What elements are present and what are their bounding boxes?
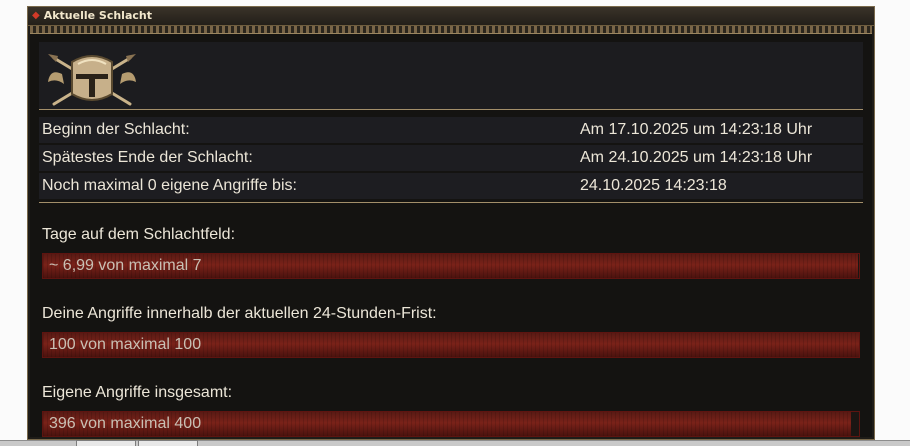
progress-text: 100 von maximal 100 <box>49 336 202 353</box>
panel-titlebar[interactable]: ◆ Aktuelle Schlacht <box>28 7 874 26</box>
battle-info-table: Beginn der Schlacht: Am 17.10.2025 um 14… <box>39 115 863 201</box>
divider <box>39 202 863 203</box>
stat-attacks-total: Eigene Angriffe insgesamt: 396 von maxim… <box>39 384 863 437</box>
progress-text: ~ 6,99 von maximal 7 <box>49 257 202 274</box>
info-label: Beginn der Schlacht: <box>39 117 577 143</box>
crusader-helmet-emblem-icon <box>48 54 136 106</box>
progress-bar: 396 von maximal 400 <box>42 411 860 437</box>
stat-label: Eigene Angriffe insgesamt: <box>42 384 233 401</box>
progress-bar: 100 von maximal 100 <box>42 332 860 358</box>
stat-label: Deine Angriffe innerhalb der aktuellen 2… <box>42 305 437 322</box>
stat-label: Tage auf dem Schlachtfeld: <box>42 226 236 243</box>
panel-content: Beginn der Schlacht: Am 17.10.2025 um 14… <box>39 42 863 439</box>
panel-title: Aktuelle Schlacht <box>43 9 152 22</box>
ornament-border <box>30 26 872 34</box>
info-value: 24.10.2025 14:23:18 <box>577 173 863 199</box>
emblem-header <box>39 42 863 110</box>
battle-panel: ◆ Aktuelle Schlacht Beginn der Schlacht:… <box>27 6 875 440</box>
progress-bar: ~ 6,99 von maximal 7 <box>42 253 860 279</box>
taskbar <box>0 440 910 446</box>
stat-attacks-24h: Deine Angriffe innerhalb der aktuellen 2… <box>39 305 863 358</box>
taskbar-button[interactable] <box>138 440 198 446</box>
info-value: Am 17.10.2025 um 14:23:18 Uhr <box>577 117 863 143</box>
table-row: Spätestes Ende der Schlacht: Am 24.10.20… <box>39 145 863 171</box>
info-label: Noch maximal 0 eigene Angriffe bis: <box>39 173 577 199</box>
stat-days: Tage auf dem Schlachtfeld: ~ 6,99 von ma… <box>39 226 863 279</box>
diamond-icon: ◆ <box>32 10 40 21</box>
info-label: Spätestes Ende der Schlacht: <box>39 145 577 171</box>
progress-text: 396 von maximal 400 <box>49 415 202 432</box>
table-row: Noch maximal 0 eigene Angriffe bis: 24.1… <box>39 173 863 199</box>
taskbar-button[interactable] <box>76 440 136 446</box>
table-row: Beginn der Schlacht: Am 17.10.2025 um 14… <box>39 117 863 143</box>
info-value: Am 24.10.2025 um 14:23:18 Uhr <box>577 145 863 171</box>
